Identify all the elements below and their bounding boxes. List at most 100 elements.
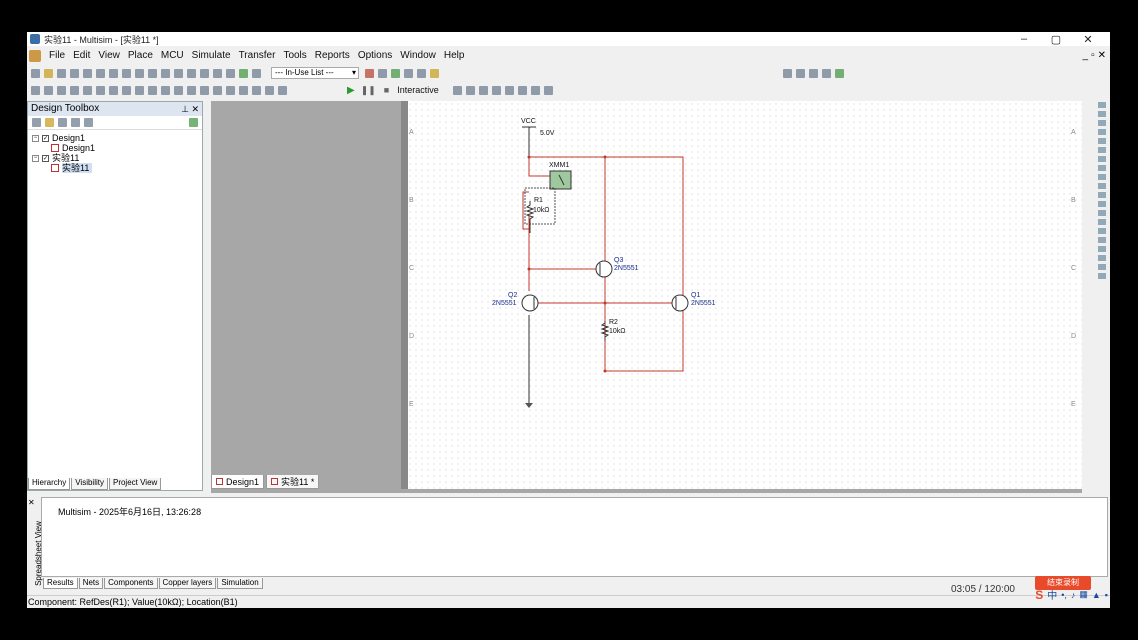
four-channel-scope-icon[interactable] (1098, 138, 1106, 144)
analog-icon[interactable] (83, 85, 92, 95)
checkbox-icon[interactable]: ✓ (42, 154, 49, 162)
ime-mode-indicator[interactable]: 中 (1047, 587, 1057, 602)
transistor-q1[interactable] (671, 294, 689, 312)
power-component-icon[interactable] (161, 85, 170, 95)
zoom-area-icon[interactable] (809, 68, 818, 78)
menu-transfer[interactable]: Transfer (235, 50, 280, 61)
close-design-icon[interactable] (71, 118, 80, 127)
probe-power-icon[interactable] (478, 85, 488, 95)
hierarchical-block-icon[interactable] (265, 85, 274, 95)
erc-icon[interactable] (252, 68, 261, 78)
redo-icon[interactable] (148, 68, 157, 78)
tab-copper-layers[interactable]: Copper layers (158, 578, 217, 589)
open-folder-icon[interactable] (44, 68, 53, 78)
tab-visibility[interactable]: Visibility (71, 478, 108, 490)
logic-analyzer-icon[interactable] (1098, 183, 1106, 189)
undo-icon[interactable] (135, 68, 144, 78)
cmos-icon[interactable] (109, 85, 118, 95)
schematic-workspace[interactable]: A B C D E A B C D E VCC 5.0V XMM1 R1 10k… (211, 101, 1082, 493)
mdi-restore-button[interactable]: ▫ (1091, 50, 1095, 61)
run-simulation-button[interactable]: ▶ (347, 85, 355, 96)
toggle-fullscreen-icon[interactable] (161, 68, 170, 78)
misc-icon[interactable] (174, 85, 183, 95)
search-icon[interactable] (417, 68, 426, 78)
tree-item-design1[interactable]: − ✓ Design1 (32, 133, 202, 143)
probe-differential-icon[interactable] (491, 85, 501, 95)
tab-components[interactable]: Components (104, 578, 158, 589)
help-lightbulb-icon[interactable] (430, 68, 439, 78)
print-icon[interactable] (70, 68, 79, 78)
microphone-icon[interactable]: ♪ (1071, 590, 1076, 600)
print-preview-icon[interactable] (83, 68, 92, 78)
menu-file[interactable]: File (45, 50, 69, 61)
zoom-out-icon[interactable] (796, 68, 805, 78)
mixed-icon[interactable] (135, 85, 144, 95)
logic-converter-icon[interactable] (1098, 174, 1106, 180)
delete-design-icon[interactable] (84, 118, 93, 127)
word-generator-icon[interactable] (1098, 165, 1106, 171)
skin-icon[interactable]: ▲ (1092, 590, 1101, 600)
restore-button[interactable]: ▢ (1040, 33, 1072, 46)
tab-results[interactable]: Results (43, 578, 78, 589)
function-generator-icon[interactable] (1098, 111, 1106, 117)
save-design-icon[interactable] (58, 118, 67, 127)
pin-close-icon[interactable]: ⊥ ✕ (181, 102, 199, 116)
transistor-q2[interactable] (521, 294, 539, 312)
menu-view[interactable]: View (94, 50, 124, 61)
tab-simulation[interactable]: Simulation (217, 578, 263, 589)
open-design-icon[interactable] (45, 118, 54, 127)
frequency-counter-icon[interactable] (1098, 156, 1106, 162)
ttl-icon[interactable] (96, 85, 105, 95)
cut-icon[interactable] (96, 68, 105, 78)
document-icon[interactable] (29, 49, 41, 62)
menu-simulate[interactable]: Simulate (188, 50, 235, 61)
menu-window[interactable]: Window (396, 50, 440, 61)
spreadsheet-icon[interactable] (226, 68, 235, 78)
tab-nets[interactable]: Nets (78, 578, 104, 589)
collapse-icon[interactable]: − (32, 154, 39, 162)
copy-icon[interactable] (109, 68, 118, 78)
new-design-icon[interactable] (32, 118, 41, 127)
menu-tools[interactable]: Tools (279, 50, 310, 61)
tab-hierarchy[interactable]: Hierarchy (28, 478, 71, 490)
agilent-generator-icon[interactable] (1098, 228, 1106, 234)
stop-simulation-button[interactable]: ■ (384, 85, 389, 95)
tree-item-experiment11[interactable]: − ✓ 实验11 (32, 153, 202, 163)
probe-current-icon[interactable] (465, 85, 475, 95)
bus-icon[interactable] (278, 85, 287, 95)
grapher-icon[interactable] (391, 68, 400, 78)
toolbox-grid-icon[interactable]: ▪ (1105, 590, 1108, 600)
collapse-icon[interactable]: − (32, 134, 39, 142)
mdi-close-button[interactable]: ✕ (1098, 50, 1106, 61)
rf-icon[interactable] (200, 85, 209, 95)
source-icon[interactable] (31, 85, 40, 95)
checkbox-icon[interactable]: ✓ (42, 134, 49, 142)
new-file-icon[interactable] (31, 68, 40, 78)
labview-instrument-icon[interactable] (1098, 264, 1106, 270)
menu-reports[interactable]: Reports (311, 50, 354, 61)
probe-settings-2-icon[interactable] (543, 85, 553, 95)
mcu-icon[interactable] (252, 85, 261, 95)
indicator-icon[interactable] (148, 85, 157, 95)
menu-options[interactable]: Options (354, 50, 396, 61)
advanced-peripherals-icon[interactable] (187, 85, 196, 95)
tree-item-design1-sheet[interactable]: Design1 (32, 143, 202, 153)
sogou-ime-icon[interactable]: S (1035, 588, 1043, 602)
postprocessor-icon[interactable] (239, 68, 248, 78)
database-manager-icon[interactable] (200, 68, 209, 78)
diode-icon[interactable] (57, 85, 66, 95)
agilent-scope-icon[interactable] (1098, 246, 1106, 252)
probe-voltage-icon[interactable] (452, 85, 462, 95)
parent-sheet-icon[interactable] (174, 68, 183, 78)
menu-place[interactable]: Place (124, 50, 157, 61)
instruments-icon[interactable] (365, 68, 374, 78)
mdi-minimize-button[interactable]: _ (1083, 50, 1089, 61)
probe-settings-icon[interactable] (530, 85, 540, 95)
doc-tab-design1[interactable]: Design1 (211, 475, 265, 489)
tab-project-view[interactable]: Project View (108, 478, 162, 490)
analysis-icon[interactable] (404, 68, 413, 78)
in-use-list-select[interactable]: --- In-Use List --- (271, 67, 359, 79)
paste-icon[interactable] (122, 68, 131, 78)
iv-analyzer-icon[interactable] (1098, 192, 1106, 198)
ground-symbol[interactable] (525, 403, 533, 408)
